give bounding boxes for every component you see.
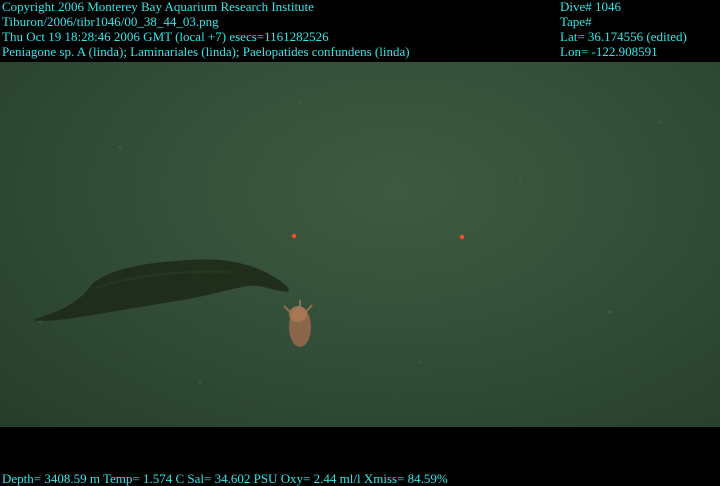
overlay-latitude: Lat= 36.174556 (edited) [560,29,687,44]
overlay-copyright: Copyright 2006 Monterey Bay Aquarium Res… [2,0,314,14]
sediment-specks [39,101,661,384]
kelp-blade [32,259,289,321]
video-frame: Copyright 2006 Monterey Bay Aquarium Res… [0,0,720,486]
laser-dot-left [291,233,297,239]
overlay-dive-number: Dive# 1046 [560,0,622,14]
sea-cucumber [283,300,313,347]
overlay-image-path: Tiburon/2006/tibr1046/00_38_44_03.png [2,14,219,29]
overlay-sensor-readout: Depth= 3408.59 m Temp= 1.574 C Sal= 34.6… [2,471,448,486]
laser-dot-right [459,234,465,240]
overlay-timestamp: Thu Oct 19 18:28:46 2006 GMT (local +7) … [2,29,329,44]
seafloor-scene [32,101,661,384]
overlay-tape-number: Tape# [560,14,592,29]
overlay-longitude: Lon= -122.908591 [560,44,658,59]
overlay-species: Peniagone sp. A (linda); Laminariales (l… [2,44,410,59]
